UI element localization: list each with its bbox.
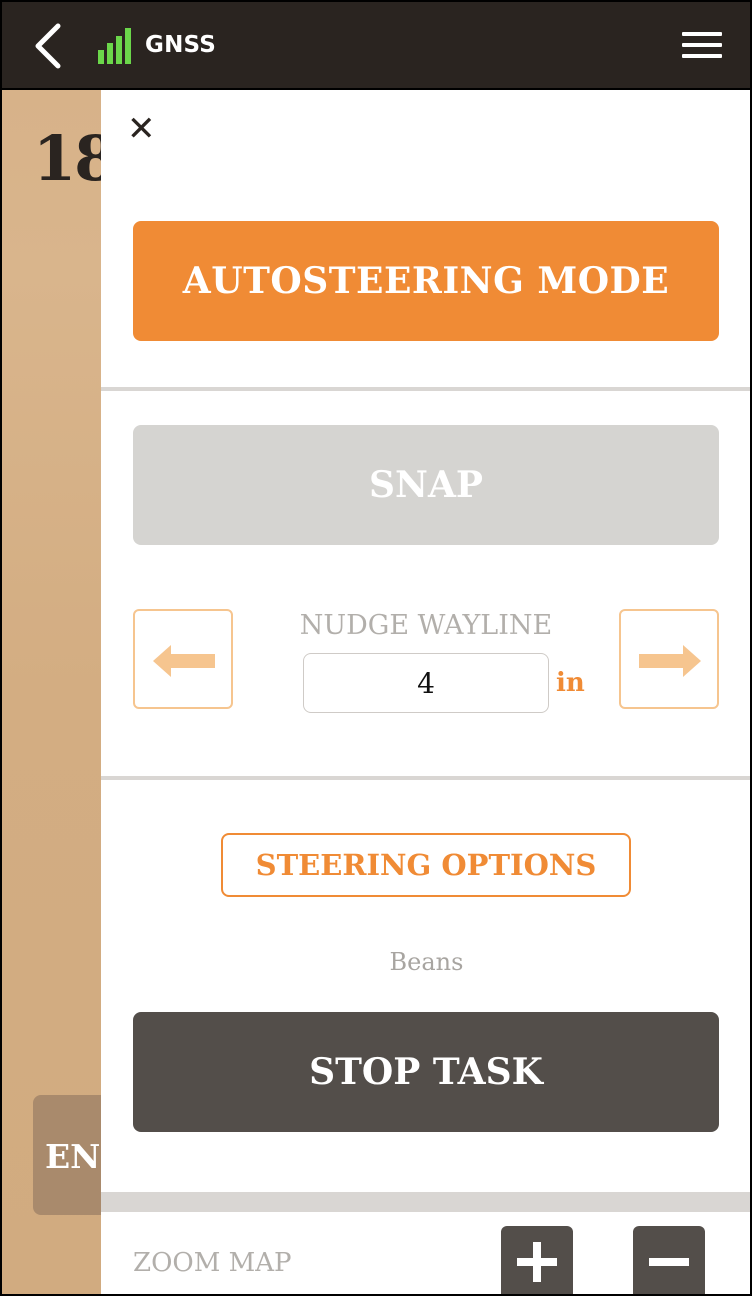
steering-options-button[interactable]: STEERING OPTIONS [221, 833, 631, 897]
nudge-distance-input[interactable]: 4 [303, 653, 549, 713]
nudge-wayline-title: NUDGE WAYLINE [299, 610, 553, 641]
plus-icon [517, 1242, 557, 1282]
arrow-right-icon [639, 645, 701, 677]
hamburger-menu-icon [682, 32, 722, 36]
map-background[interactable]: 180 ENG [0, 90, 101, 1296]
autosteer-panel: ✕ AUTOSTEERING MODE SNAP NUDGE WAYLINE 4… [101, 90, 752, 1296]
stop-task-button[interactable]: STOP TASK [133, 1012, 719, 1132]
minus-icon [649, 1258, 689, 1266]
section-divider [101, 776, 752, 780]
nudge-right-button[interactable] [619, 609, 719, 709]
zoom-map-label: ZOOM MAP [133, 1248, 292, 1278]
close-button[interactable]: ✕ [127, 112, 157, 146]
section-divider [101, 387, 752, 391]
autosteering-mode-button[interactable]: AUTOSTEERING MODE [133, 221, 719, 341]
back-button[interactable] [30, 22, 70, 70]
snap-button[interactable]: SNAP [133, 425, 719, 545]
hamburger-line [682, 54, 722, 58]
menu-button[interactable] [682, 32, 722, 62]
signal-bars-icon [98, 28, 131, 64]
chevron-left-icon [35, 23, 61, 69]
gnss-status-label: GNSS [145, 32, 217, 58]
zoom-out-button[interactable] [633, 1226, 705, 1296]
hamburger-line [682, 43, 722, 47]
engage-button[interactable]: ENG [33, 1095, 101, 1215]
nudge-unit-label: in [556, 668, 585, 698]
close-icon: ✕ [127, 109, 156, 149]
top-bar: GNSS [0, 0, 752, 90]
arrow-left-icon [153, 645, 215, 677]
zoom-in-button[interactable] [501, 1226, 573, 1296]
crop-label: Beans [389, 948, 464, 976]
zoom-section-divider [101, 1192, 752, 1212]
nudge-left-button[interactable] [133, 609, 233, 709]
map-heading-value: 180 [33, 122, 101, 195]
engage-button-label: ENG [45, 1137, 101, 1176]
